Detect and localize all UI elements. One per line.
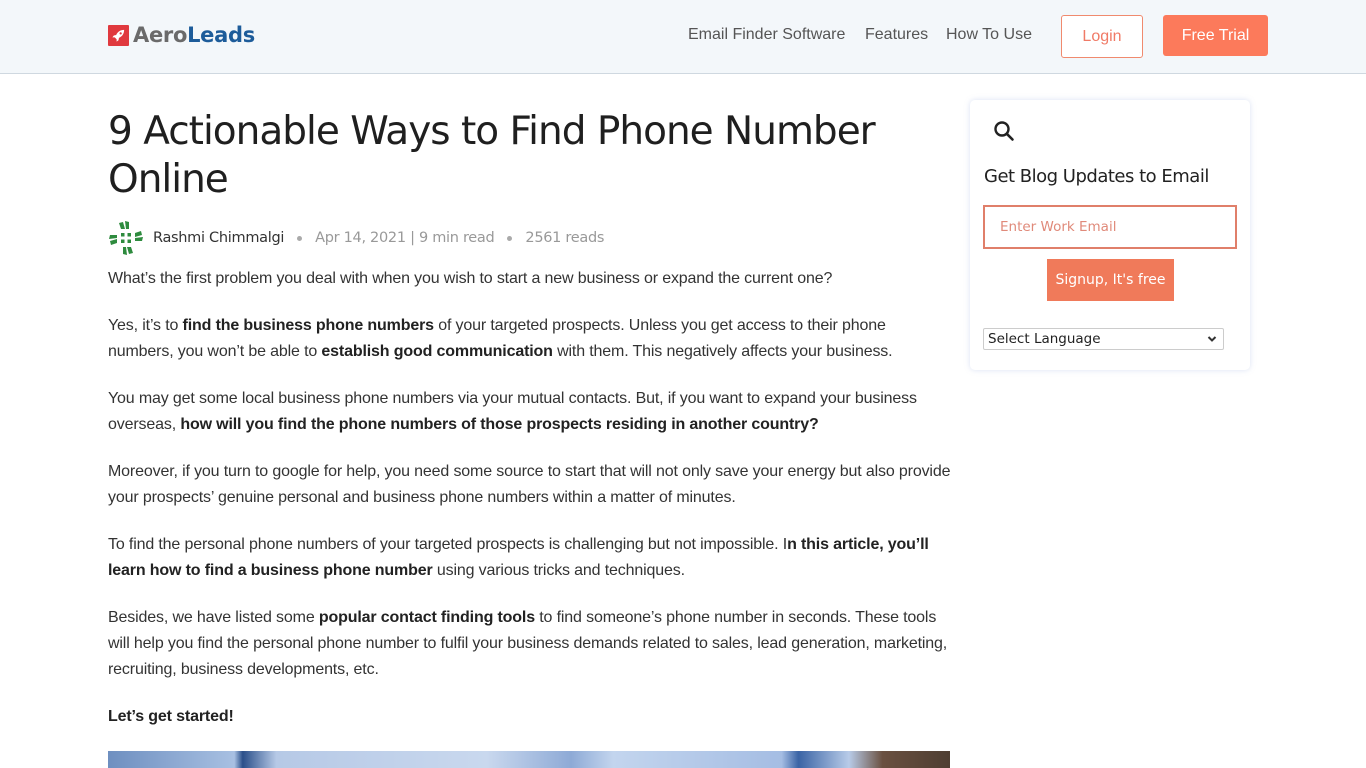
article-paragraph: Yes, it’s to find the business phone num… [108, 313, 953, 365]
text-run: Yes, it’s to [108, 317, 183, 334]
separator-dot [507, 235, 513, 241]
language-select[interactable]: Select Language [983, 328, 1224, 350]
login-button[interactable]: Login [1061, 15, 1143, 58]
article-paragraph: Let’s get started! [108, 704, 953, 730]
free-trial-button[interactable]: Free Trial [1163, 15, 1268, 56]
search-icon[interactable] [992, 118, 1016, 144]
article-meta: Rashmi Chimmalgi Apr 14, 2021 | 9 min re… [108, 220, 604, 256]
nav-features[interactable]: Features [865, 26, 928, 44]
bold-text: find the business phone numbers [182, 317, 435, 334]
article-hero-image [108, 751, 950, 768]
author-name[interactable]: Rashmi Chimmalgi [153, 230, 284, 246]
language-select-value: Select Language [988, 331, 1101, 347]
bold-text: Let’s get started! [108, 708, 234, 725]
bold-text: popular contact finding tools [318, 609, 535, 626]
text-run: using various tricks and techniques. [432, 562, 685, 579]
aeroleads-logo[interactable]: AeroLeads [108, 22, 255, 48]
widget-title: Get Blog Updates to Email [984, 166, 1209, 187]
article-paragraph: You may get some local business phone nu… [108, 386, 953, 438]
text-run: Moreover, if you turn to google for help… [108, 463, 951, 506]
bold-text: how will you find the phone numbers of t… [180, 416, 819, 433]
article-title: 9 Actionable Ways to Find Phone Number O… [108, 109, 876, 202]
read-count: 2561 reads [525, 230, 605, 246]
nav-how-to-use[interactable]: How To Use [946, 26, 1032, 44]
text-run: with them. This negatively affects your … [552, 343, 893, 360]
text-run: What’s the first problem you deal with w… [108, 270, 833, 287]
article-paragraph: Moreover, if you turn to google for help… [108, 459, 953, 511]
article-paragraph: To find the personal phone numbers of yo… [108, 532, 953, 584]
logo-text-aero: Aero [133, 23, 188, 47]
text-run: Besides, we have listed some [108, 609, 319, 626]
logo-text-leads: Leads [187, 23, 255, 47]
chevron-down-icon [1207, 336, 1217, 342]
publish-date-readtime: Apr 14, 2021 | 9 min read [315, 230, 495, 246]
author-avatar[interactable] [108, 220, 144, 256]
rocket-icon [108, 24, 129, 46]
article-paragraph: Besides, we have listed some popular con… [108, 605, 953, 683]
work-email-input[interactable] [983, 205, 1237, 249]
separator-dot [297, 235, 303, 241]
signup-button[interactable]: Signup, It's free [1047, 259, 1174, 301]
bold-text: establish good communication [321, 343, 553, 360]
article-paragraph: What’s the first problem you deal with w… [108, 266, 953, 292]
text-run: To find the personal phone numbers of yo… [108, 536, 788, 553]
site-header: AeroLeads Email Finder Software Features… [0, 0, 1366, 74]
blog-updates-widget: Get Blog Updates to Email Signup, It's f… [970, 100, 1250, 370]
nav-email-finder-software[interactable]: Email Finder Software [688, 26, 845, 44]
